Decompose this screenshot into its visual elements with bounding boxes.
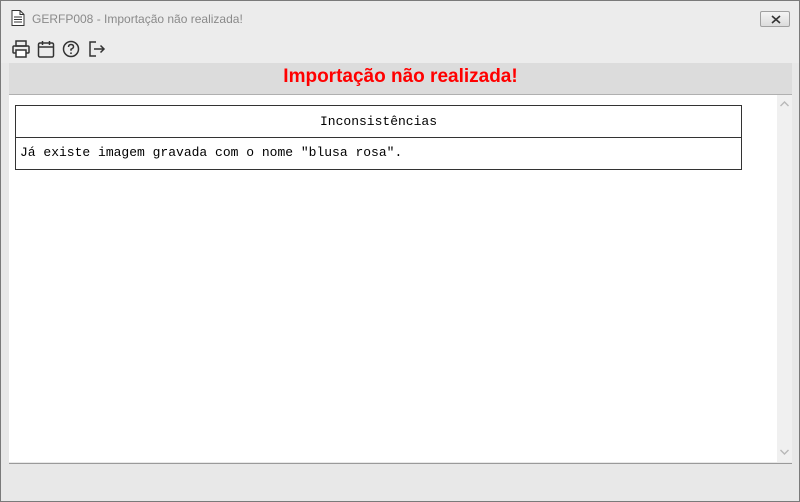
- table-row: Já existe imagem gravada com o nome "blu…: [20, 145, 403, 160]
- inconsistencies-table: Inconsistências Já existe imagem gravada…: [15, 105, 742, 170]
- close-icon: [771, 15, 781, 24]
- header-band: Importação não realizada!: [9, 63, 792, 95]
- vertical-scrollbar[interactable]: [777, 95, 792, 462]
- scroll-down-icon[interactable]: [779, 447, 790, 457]
- dialog-window: GERFP008 - Importação não realizada! Imp…: [0, 0, 800, 502]
- page-title: Importação não realizada!: [283, 66, 518, 87]
- scroll-up-icon[interactable]: [779, 99, 790, 109]
- window-title: GERFP008 - Importação não realizada!: [32, 12, 243, 26]
- calendar-icon[interactable]: [36, 39, 56, 59]
- toolbar: [1, 33, 799, 63]
- content-area: Inconsistências Já existe imagem gravada…: [9, 95, 777, 462]
- title-bar[interactable]: GERFP008 - Importação não realizada!: [1, 1, 799, 33]
- help-icon[interactable]: [61, 39, 81, 59]
- document-icon: [11, 10, 25, 26]
- status-bar: [9, 463, 792, 496]
- table-header: Inconsistências: [16, 106, 741, 138]
- printer-icon[interactable]: [11, 39, 31, 59]
- close-button[interactable]: [760, 11, 790, 27]
- exit-icon[interactable]: [87, 39, 107, 59]
